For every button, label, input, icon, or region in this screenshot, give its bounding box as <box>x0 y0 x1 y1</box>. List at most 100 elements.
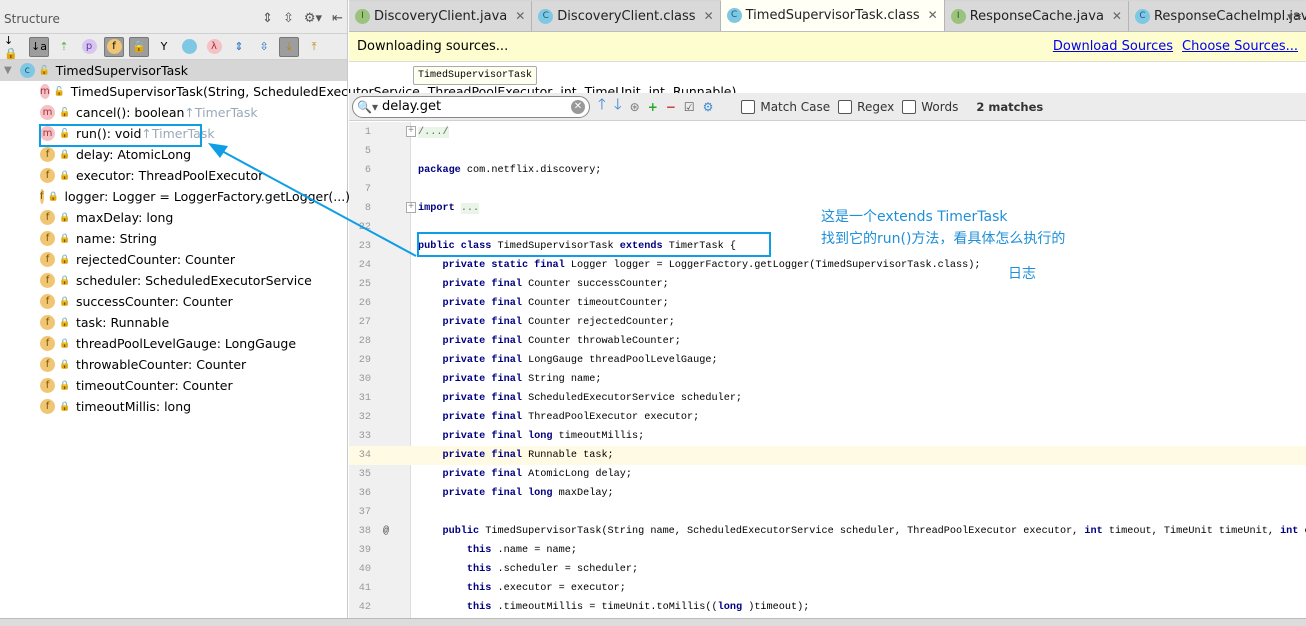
regex-checkbox[interactable]: Regex <box>838 99 894 114</box>
code-token: private final <box>442 336 522 347</box>
code-token: String name; <box>528 374 602 385</box>
select-all-icon[interactable]: ☑ <box>684 100 695 114</box>
structure-title: Structure <box>4 11 60 26</box>
line-number: 41 <box>358 583 371 594</box>
collapse-all-icon[interactable]: ⇳ <box>283 11 294 26</box>
tab-discoveryclient-class[interactable]: C DiscoveryClient.class ✕ <box>532 1 721 31</box>
tree-item-field[interactable]: f 🔒 name: String <box>0 228 347 249</box>
status-bar <box>0 618 1306 626</box>
tab-discoveryclient-java[interactable]: I DiscoveryClient.java ✕ <box>349 1 533 31</box>
previous-occurrence-icon[interactable]: 🡑 <box>598 94 606 119</box>
autoscroll-to-source-icon[interactable]: ⤓ <box>279 36 299 57</box>
match-case-checkbox[interactable]: Match Case <box>741 99 830 114</box>
class-icon: C <box>538 8 554 24</box>
annotation-text: 这是一个extends TimerTask <box>821 209 1008 225</box>
sort-alpha-icon[interactable]: ↓a <box>29 36 49 57</box>
tab-label: ResponseCacheImpl.java <box>1153 8 1306 24</box>
line-number: 26 <box>358 298 371 309</box>
code-token: ... <box>460 203 480 214</box>
tree-item-field[interactable]: f 🔒 throwableCounter: Counter <box>0 354 347 375</box>
code-line: 40 this .scheduler = scheduler; <box>349 560 1306 579</box>
line-number: 40 <box>358 564 371 575</box>
tree-item-label: successCounter: Counter <box>76 294 233 309</box>
search-bar: 🔍▾ ✕ 🡑 🡓 ⊛ + − ☑ ⚙ Match Case Regex Word… <box>349 93 1306 121</box>
clear-icon[interactable]: ✕ <box>571 99 585 114</box>
tree-item-field[interactable]: f 🔒 timeoutMillis: long <box>0 396 347 417</box>
tree-item-field[interactable]: f 🔒 maxDelay: long <box>0 207 347 228</box>
tree-item-field[interactable]: f 🔒 delay: AtomicLong <box>0 144 347 165</box>
show-lambdas-icon[interactable] <box>179 37 199 57</box>
select-all-occurrences-icon[interactable]: ⊛ <box>630 100 640 114</box>
expand-all-icon[interactable]: ⇕ <box>262 11 273 26</box>
line-number: 39 <box>358 545 371 556</box>
expand-icon[interactable]: ⇕ <box>229 37 249 57</box>
tree-item-field[interactable]: f 🔒 timeoutCounter: Counter <box>0 375 347 396</box>
remove-selection-icon[interactable]: − <box>666 100 676 114</box>
tree-item-method[interactable]: m 🔓 cancel(): boolean ↑TimerTask <box>0 102 347 123</box>
collapse-icon[interactable]: ⇳ <box>254 37 274 57</box>
fold-icon[interactable]: + <box>406 202 416 213</box>
tree-item-method[interactable]: m 🔓 TimedSupervisorTask(String, ScheduledE… <box>0 81 736 102</box>
tree-root[interactable]: ▼ c 🔓 TimedSupervisorTask <box>0 60 347 81</box>
show-fields-icon[interactable]: f <box>104 36 124 57</box>
tree-item-field[interactable]: f 🔒 scheduler: ScheduledExecutorService <box>0 270 347 291</box>
line-number: 31 <box>358 393 371 404</box>
highlight-run-method <box>39 124 202 147</box>
tree-item-field[interactable]: f 🔒 threadPoolLevelGauge: LongGauge <box>0 333 347 354</box>
code-editor[interactable]: 1 +/.../5 6 package com.netflix.discovery; 7… <box>349 122 1306 618</box>
tree-item-label: threadPoolLevelGauge: LongGauge <box>76 336 297 351</box>
tree-item-field[interactable]: f 🔒 rejectedCounter: Counter <box>0 249 347 270</box>
code-token: ThreadPoolExecutor executor; <box>528 412 700 423</box>
code-token: import <box>418 203 455 214</box>
tab-responsecacheimpl-java[interactable]: CResponseCacheImpl.java✕ <box>1128 1 1306 31</box>
code-line: 32 private final ThreadPoolExecutor exec… <box>349 408 1306 427</box>
show-non-public-icon[interactable]: 🔒 <box>129 36 149 57</box>
tree-item-field[interactable]: f 🔒 logger: Logger = LoggerFactory.getLogg… <box>0 186 350 207</box>
line-number: 38 <box>358 526 371 537</box>
add-selection-icon[interactable]: + <box>648 100 658 114</box>
tree-item-field[interactable]: f 🔒 executor: ThreadPoolExecutor <box>0 165 347 186</box>
code-token: /.../ <box>418 127 449 138</box>
close-icon[interactable]: ✕ <box>1112 9 1122 23</box>
search-settings-icon[interactable]: ⚙ <box>703 100 714 114</box>
close-icon[interactable]: ✕ <box>704 9 714 23</box>
line-number: 33 <box>358 431 371 442</box>
choose-sources-link[interactable]: Choose Sources... <box>1182 39 1298 54</box>
tree-item-field[interactable]: f 🔒 task: Runnable <box>0 312 347 333</box>
close-icon[interactable]: ✕ <box>515 9 525 23</box>
sort-visibility-icon[interactable]: ↓🔒 <box>4 34 24 60</box>
next-occurrence-icon[interactable]: 🡓 <box>614 94 622 119</box>
hide-icon[interactable]: ⇤ <box>332 11 343 26</box>
search-icon[interactable]: 🔍▾ <box>357 100 378 114</box>
download-sources-banner: Downloading sources... Download Sources … <box>349 32 1306 62</box>
show-anonymous-icon[interactable]: Y <box>154 37 174 57</box>
search-input[interactable] <box>381 99 567 114</box>
field-icon: f <box>40 231 55 246</box>
code-line: 39 this .name = name; <box>349 541 1306 560</box>
line-number: 23 <box>358 241 371 252</box>
tab-timedsupervisortask-class[interactable]: C TimedSupervisorTask.class ✕ <box>720 0 945 31</box>
expand-arrow-icon[interactable]: ▼ <box>4 65 12 76</box>
private-icon: 🔒 <box>59 170 71 181</box>
tab-label: DiscoveryClient.java <box>374 8 508 24</box>
show-inherited-icon[interactable]: ⇡ <box>54 37 74 57</box>
tree-item-label: delay: AtomicLong <box>76 147 192 162</box>
show-properties-icon[interactable]: p <box>79 37 99 57</box>
autoscroll-from-source-icon[interactable]: ⤒ <box>304 37 324 57</box>
gear-icon[interactable]: ⚙▾ <box>304 11 322 26</box>
tab-list-icon[interactable]: ▾≡ <box>1287 10 1302 23</box>
lambda-icon[interactable]: λ <box>204 37 224 57</box>
code-token: .scheduler = scheduler; <box>497 564 639 575</box>
close-icon[interactable]: ✕ <box>928 8 938 22</box>
download-sources-link[interactable]: Download Sources <box>1053 39 1173 54</box>
tree-item-field[interactable]: f 🔒 successCounter: Counter <box>0 291 347 312</box>
fold-icon[interactable]: + <box>406 126 416 137</box>
tab-responsecache-java[interactable]: I ResponseCache.java ✕ <box>944 1 1129 31</box>
tree-item-label: rejectedCounter: Counter <box>76 252 235 267</box>
line-number: 37 <box>358 507 371 518</box>
words-checkbox[interactable]: Words <box>902 99 958 114</box>
